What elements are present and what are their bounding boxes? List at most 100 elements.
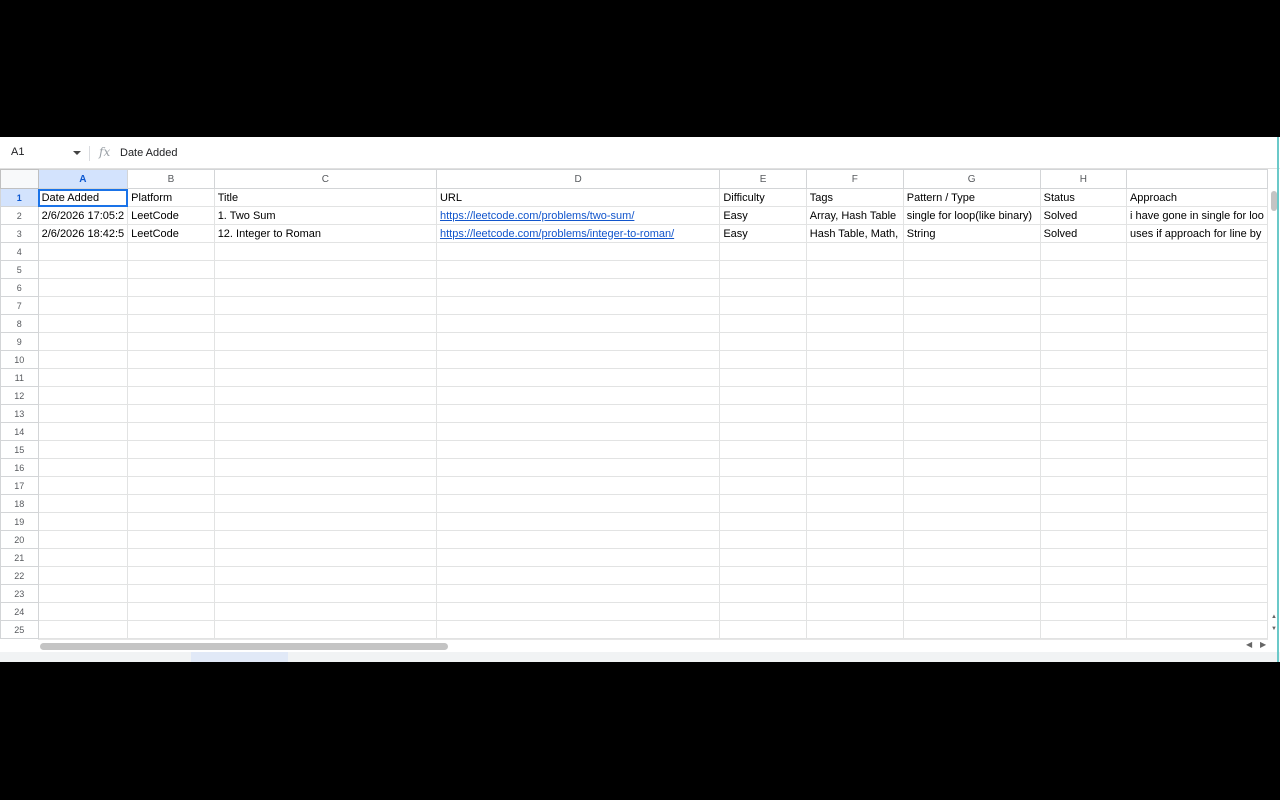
cell[interactable]: [902, 422, 1041, 441]
cell[interactable]: [213, 530, 437, 549]
cell[interactable]: uses if approach for line by: [1125, 224, 1268, 243]
row-header[interactable]: 15: [0, 440, 39, 459]
cell[interactable]: [719, 368, 807, 387]
cell[interactable]: [805, 584, 904, 603]
cell[interactable]: [435, 458, 721, 477]
cell[interactable]: [902, 386, 1041, 405]
cell[interactable]: [1039, 260, 1127, 279]
cell[interactable]: [37, 350, 129, 369]
cell[interactable]: [719, 350, 807, 369]
cell[interactable]: [213, 386, 437, 405]
cell[interactable]: [127, 386, 215, 405]
row-header[interactable]: 3: [0, 224, 39, 243]
cell[interactable]: [435, 350, 721, 369]
column-header[interactable]: [1125, 169, 1268, 189]
cell[interactable]: [1125, 296, 1268, 315]
cell[interactable]: [805, 278, 904, 297]
cell[interactable]: [902, 368, 1041, 387]
cell[interactable]: [37, 368, 129, 387]
cell[interactable]: [127, 350, 215, 369]
row-header[interactable]: 18: [0, 494, 39, 513]
cell[interactable]: [435, 476, 721, 495]
cell[interactable]: [1125, 422, 1268, 441]
cell[interactable]: [435, 332, 721, 351]
cell[interactable]: [902, 548, 1041, 567]
cell[interactable]: [719, 404, 807, 423]
cell[interactable]: [805, 458, 904, 477]
cell[interactable]: [213, 242, 437, 261]
cell[interactable]: [37, 278, 129, 297]
row-header[interactable]: 6: [0, 278, 39, 297]
scroll-right-icon[interactable]: ▶: [1260, 640, 1266, 649]
cell[interactable]: [805, 260, 904, 279]
cell[interactable]: [805, 548, 904, 567]
cell[interactable]: 2/6/2026 17:05:2: [37, 206, 129, 225]
column-header[interactable]: D: [435, 169, 721, 189]
row-header[interactable]: 23: [0, 584, 39, 603]
cell[interactable]: [1125, 548, 1268, 567]
cell[interactable]: [435, 620, 721, 639]
cell[interactable]: [37, 386, 129, 405]
cell[interactable]: [127, 620, 215, 639]
column-header[interactable]: B: [127, 169, 215, 189]
cell[interactable]: [435, 404, 721, 423]
cell[interactable]: [902, 584, 1041, 603]
cell[interactable]: [902, 512, 1041, 531]
cell[interactable]: [37, 242, 129, 261]
cell[interactable]: Status: [1039, 188, 1127, 207]
row-header[interactable]: 4: [0, 242, 39, 261]
cell[interactable]: [805, 422, 904, 441]
cell[interactable]: [127, 476, 215, 495]
cell[interactable]: [719, 548, 807, 567]
select-all-corner[interactable]: [0, 169, 39, 189]
cell[interactable]: [902, 332, 1041, 351]
cell[interactable]: [1039, 620, 1127, 639]
cell[interactable]: [1125, 512, 1268, 531]
cell[interactable]: [1125, 620, 1268, 639]
cell[interactable]: [902, 404, 1041, 423]
cell[interactable]: [213, 584, 437, 603]
cell[interactable]: [1125, 602, 1268, 621]
cell[interactable]: [435, 602, 721, 621]
row-header[interactable]: 25: [0, 620, 39, 639]
cell[interactable]: [1039, 512, 1127, 531]
cell[interactable]: [1039, 332, 1127, 351]
cell[interactable]: [37, 494, 129, 513]
cell[interactable]: [719, 422, 807, 441]
cell[interactable]: single for loop(like binary): [902, 206, 1041, 225]
cell[interactable]: [1125, 314, 1268, 333]
cell[interactable]: [902, 566, 1041, 585]
chevron-down-icon[interactable]: [73, 151, 81, 155]
cell[interactable]: [805, 440, 904, 459]
cell[interactable]: [127, 404, 215, 423]
cell[interactable]: [1125, 368, 1268, 387]
cell[interactable]: [1125, 440, 1268, 459]
cell[interactable]: [213, 476, 437, 495]
cell[interactable]: [902, 602, 1041, 621]
cell[interactable]: [1125, 530, 1268, 549]
cell[interactable]: [1125, 332, 1268, 351]
cell[interactable]: [902, 260, 1041, 279]
cell[interactable]: i have gone in single for loo: [1125, 206, 1268, 225]
cell[interactable]: [902, 242, 1041, 261]
column-header[interactable]: E: [719, 169, 807, 189]
cell[interactable]: [37, 548, 129, 567]
cell[interactable]: [213, 494, 437, 513]
cell[interactable]: [719, 512, 807, 531]
cell[interactable]: LeetCode: [127, 224, 215, 243]
cell[interactable]: [213, 512, 437, 531]
cell[interactable]: [1039, 350, 1127, 369]
cell[interactable]: Array, Hash Table: [805, 206, 904, 225]
row-header[interactable]: 8: [0, 314, 39, 333]
cell[interactable]: [37, 404, 129, 423]
cell[interactable]: [1125, 242, 1268, 261]
column-header[interactable]: A: [37, 169, 129, 189]
cell[interactable]: [805, 476, 904, 495]
cell[interactable]: Difficulty: [719, 188, 807, 207]
row-header[interactable]: 2: [0, 206, 39, 225]
cell[interactable]: [127, 584, 215, 603]
row-header[interactable]: 13: [0, 404, 39, 423]
cell[interactable]: [1039, 314, 1127, 333]
row-header[interactable]: 17: [0, 476, 39, 495]
cell[interactable]: [435, 530, 721, 549]
